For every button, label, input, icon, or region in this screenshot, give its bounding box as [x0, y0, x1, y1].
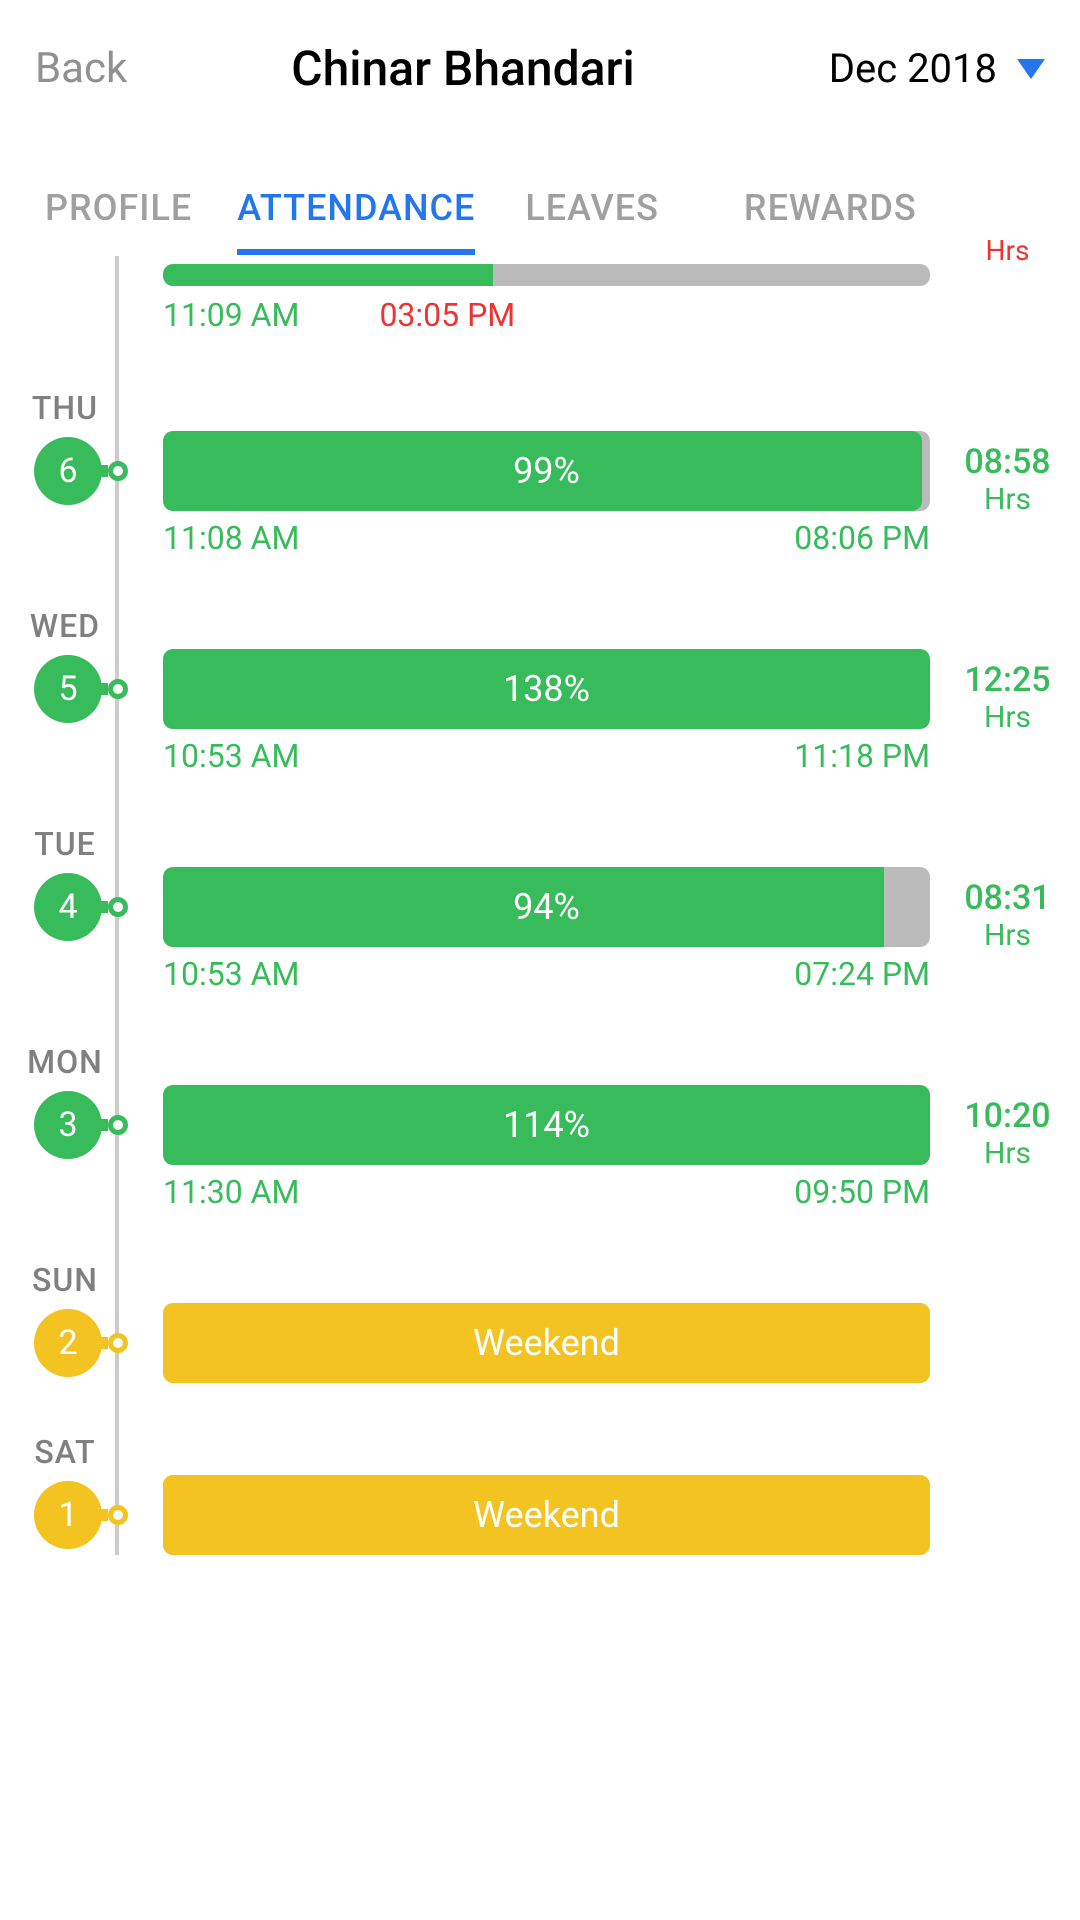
tab-rewards[interactable]: REWARDS: [744, 167, 917, 255]
percent-label: 114%: [163, 1104, 930, 1146]
progress-bar: 114%: [163, 1085, 930, 1165]
day-label: WED: [0, 607, 130, 645]
month-selector[interactable]: Dec 2018: [829, 45, 1045, 92]
hours-label: Hrs: [955, 700, 1060, 735]
time-out: 09:50 PM: [794, 1173, 930, 1211]
hours-value: 08:31: [955, 878, 1060, 918]
list-item[interactable]: SUN 2 Weekend: [0, 1261, 1080, 1383]
tab-attendance[interactable]: ATTENDANCE: [237, 167, 475, 255]
time-in: 11:09 AM: [163, 296, 299, 334]
day-badge: 3: [34, 1091, 102, 1159]
list-item[interactable]: SAT 1 Weekend: [0, 1433, 1080, 1555]
time-out: 07:24 PM: [794, 955, 930, 993]
list-item[interactable]: MON 3 114% 11:30 AM 09:50 PM 10:20 Hrs: [0, 1043, 1080, 1211]
time-out: 08:06 PM: [794, 519, 930, 557]
hours-label: Hrs: [955, 918, 1060, 953]
weekend-bar: Weekend: [163, 1475, 930, 1555]
progress-bar: 138%: [163, 649, 930, 729]
time-out: 03:05 PM: [379, 296, 515, 334]
hours-value: 12:25: [955, 660, 1060, 700]
progress-bar: [163, 264, 930, 286]
list-item[interactable]: TUE 4 94% 10:53 AM 07:24 PM 08:31 Hrs: [0, 825, 1080, 993]
list-item[interactable]: 11:09 AM 03:05 PM Hrs: [0, 264, 1080, 339]
tab-leaves[interactable]: LEAVES: [525, 167, 659, 255]
chevron-down-icon: [1017, 59, 1045, 79]
day-badge: 6: [34, 437, 102, 505]
day-badge: 4: [34, 873, 102, 941]
percent-label: 99%: [163, 450, 930, 492]
day-label: TUE: [0, 825, 130, 863]
percent-label: 94%: [163, 886, 930, 928]
time-in: 10:53 AM: [163, 955, 299, 993]
day-label: MON: [0, 1043, 130, 1081]
weekend-label: Weekend: [163, 1322, 930, 1364]
hours-label: Hrs: [955, 482, 1060, 517]
day-label: SAT: [0, 1433, 130, 1471]
day-label: THU: [0, 389, 130, 427]
day-badge: 2: [34, 1309, 102, 1377]
time-in: 11:30 AM: [163, 1173, 299, 1211]
time-out: 11:18 PM: [794, 737, 930, 775]
weekend-label: Weekend: [163, 1494, 930, 1536]
time-in: 11:08 AM: [163, 519, 299, 557]
page-title: Chinar Bhandari: [97, 40, 828, 97]
time-in: 10:53 AM: [163, 737, 299, 775]
day-badge: 1: [34, 1481, 102, 1549]
month-label: Dec 2018: [829, 45, 997, 92]
hours-label: Hrs: [955, 1136, 1060, 1171]
percent-label: 138%: [163, 668, 930, 710]
weekend-bar: Weekend: [163, 1303, 930, 1383]
hours-value: 10:20: [955, 1096, 1060, 1136]
progress-bar: 99%: [163, 431, 930, 511]
hours-label: Hrs: [955, 234, 1060, 267]
progress-bar: 94%: [163, 867, 930, 947]
list-item[interactable]: WED 5 138% 10:53 AM 11:18 PM 12:25 Hrs: [0, 607, 1080, 775]
day-badge: 5: [34, 655, 102, 723]
tab-bar: PROFILE ATTENDANCE LEAVES REWARDS: [0, 167, 1080, 256]
attendance-list: 11:09 AM 03:05 PM Hrs THU 6 99% 11:0: [0, 256, 1080, 1555]
hours-value: 08:58: [955, 442, 1060, 482]
day-label: SUN: [0, 1261, 130, 1299]
tab-profile[interactable]: PROFILE: [45, 167, 192, 255]
list-item[interactable]: THU 6 99% 11:08 AM 08:06 PM 08:58 Hrs: [0, 389, 1080, 557]
